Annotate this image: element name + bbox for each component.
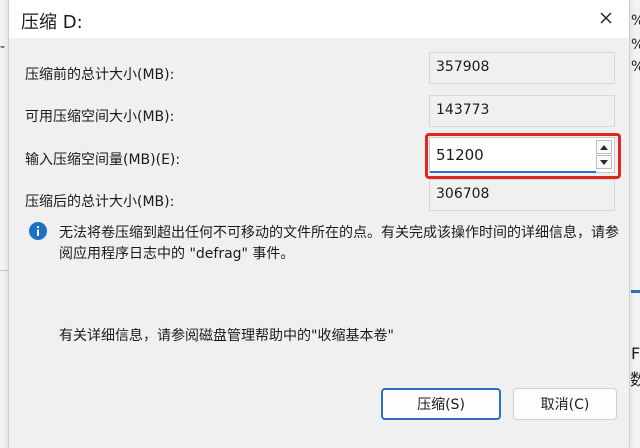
spin-down-button[interactable] — [596, 155, 612, 169]
caret-down-icon — [600, 159, 608, 165]
title-bar: 压缩 D: — [9, 0, 629, 38]
total-before-label: 压缩前的总计大小(MB): — [25, 67, 175, 83]
screen: - % % % F 数 压缩 D: 压缩前的总计大小(MB): 357908 可… — [0, 0, 640, 448]
available-space-value: 143773 — [429, 95, 615, 127]
spin-up-button[interactable] — [596, 140, 612, 154]
cancel-button[interactable]: 取消(C) — [513, 388, 617, 420]
caret-up-icon — [600, 144, 608, 150]
total-after-value: 306708 — [429, 179, 615, 211]
shrink-button[interactable]: 压缩(S) — [381, 388, 501, 420]
background-divider — [0, 270, 8, 271]
close-button[interactable] — [593, 5, 619, 31]
background-percent: % — [631, 38, 640, 52]
info-message: 无法将卷压缩到超出任何不可移动的文件所在的点。有关完成该操作时间的详细信息，请参… — [59, 225, 619, 262]
background-percent: % — [631, 60, 640, 74]
shrink-dialog: 压缩 D: 压缩前的总计大小(MB): 357908 可用压缩空间大小(MB):… — [8, 0, 630, 448]
info-icon — [29, 222, 47, 240]
total-before-value: 357908 — [429, 52, 615, 84]
shrink-amount-label: 输入压缩空间量(MB)(E): — [25, 152, 181, 168]
background-fragment: - — [0, 39, 6, 55]
focus-underline — [430, 171, 596, 173]
dialog-title: 压缩 D: — [21, 12, 83, 33]
background-percent: % — [631, 14, 640, 28]
available-space-label: 可用压缩空间大小(MB): — [25, 109, 175, 125]
help-message: 有关详细信息，请参阅磁盘管理帮助中的"收缩基本卷" — [59, 328, 394, 344]
total-after-label: 压缩后的总计大小(MB): — [25, 194, 175, 210]
background-bar — [631, 290, 640, 293]
background-letter: F — [631, 344, 640, 363]
close-icon — [600, 12, 612, 24]
shrink-amount-input[interactable] — [436, 144, 586, 166]
dialog-body: 压缩前的总计大小(MB): 357908 可用压缩空间大小(MB): 14377… — [9, 38, 629, 448]
shrink-amount-stepper — [429, 137, 615, 173]
background-character: 数 — [630, 370, 640, 389]
